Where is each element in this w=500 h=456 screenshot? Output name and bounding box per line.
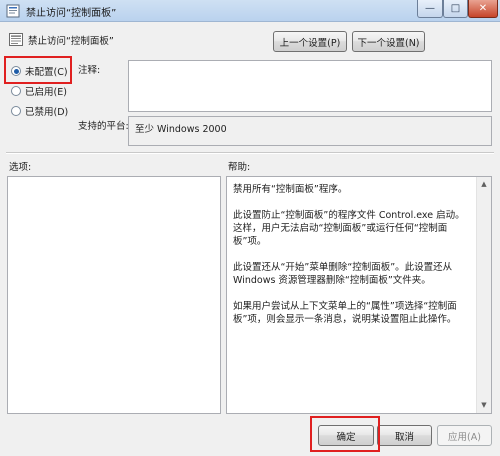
maximize-icon: □: [450, 3, 461, 14]
close-icon: ✕: [478, 3, 488, 14]
policy-setting-icon: [9, 33, 23, 46]
radio-disabled[interactable]: 已禁用(D): [11, 104, 68, 118]
policy-name: 禁止访问“控制面板”: [28, 36, 114, 47]
title-bar: 禁止访问“控制面板” — □ ✕: [0, 0, 500, 22]
highlight-box-not-configured: [4, 56, 72, 84]
options-pane: [7, 176, 221, 414]
comment-label: 注释:: [78, 65, 101, 76]
maximize-button[interactable]: □: [443, 0, 468, 18]
supported-platform-label: 支持的平台:: [78, 121, 129, 132]
minimize-button[interactable]: —: [417, 0, 443, 18]
help-pane: 禁用所有“控制面板”程序。 此设置防止“控制面板”的程序文件 Control.e…: [226, 176, 492, 414]
window-title: 禁止访问“控制面板”: [26, 8, 117, 19]
section-divider: [6, 152, 494, 154]
close-button[interactable]: ✕: [468, 0, 498, 18]
radio-label-disabled: 已禁用(D): [25, 107, 69, 118]
help-scrollbar[interactable]: ▲ ▼: [476, 177, 491, 413]
radio-button[interactable]: [11, 106, 21, 116]
help-paragraph: 此设置防止“控制面板”的程序文件 Control.exe 启动。这样，用户无法启…: [233, 210, 465, 247]
scroll-down-icon[interactable]: ▼: [477, 398, 491, 413]
help-paragraph: 此设置还从“开始”菜单删除“控制面板”。此设置还从 Windows 资源管理器删…: [233, 262, 453, 286]
radio-enabled[interactable]: 已启用(E): [11, 84, 67, 98]
help-paragraph: 禁用所有“控制面板”程序。: [233, 184, 348, 195]
apply-button[interactable]: 应用(A): [437, 425, 492, 446]
cancel-button[interactable]: 取消: [377, 425, 432, 446]
previous-setting-button[interactable]: 上一个设置(P): [273, 31, 347, 52]
comment-textarea[interactable]: [128, 60, 492, 112]
scroll-up-icon[interactable]: ▲: [477, 177, 491, 192]
options-label: 选项:: [9, 162, 32, 173]
next-setting-button[interactable]: 下一个设置(N): [352, 31, 425, 52]
help-label: 帮助:: [228, 162, 251, 173]
supported-platform-field: 至少 Windows 2000: [128, 116, 492, 146]
radio-label-enabled: 已启用(E): [25, 87, 67, 98]
help-paragraph: 如果用户尝试从上下文菜单上的“属性”项选择“控制面板”项，则会显示一条消息，说明…: [233, 301, 457, 325]
highlight-box-ok: [310, 416, 380, 452]
radio-button[interactable]: [11, 86, 21, 96]
minimize-icon: —: [425, 3, 435, 14]
policy-editor-icon: [6, 4, 20, 18]
